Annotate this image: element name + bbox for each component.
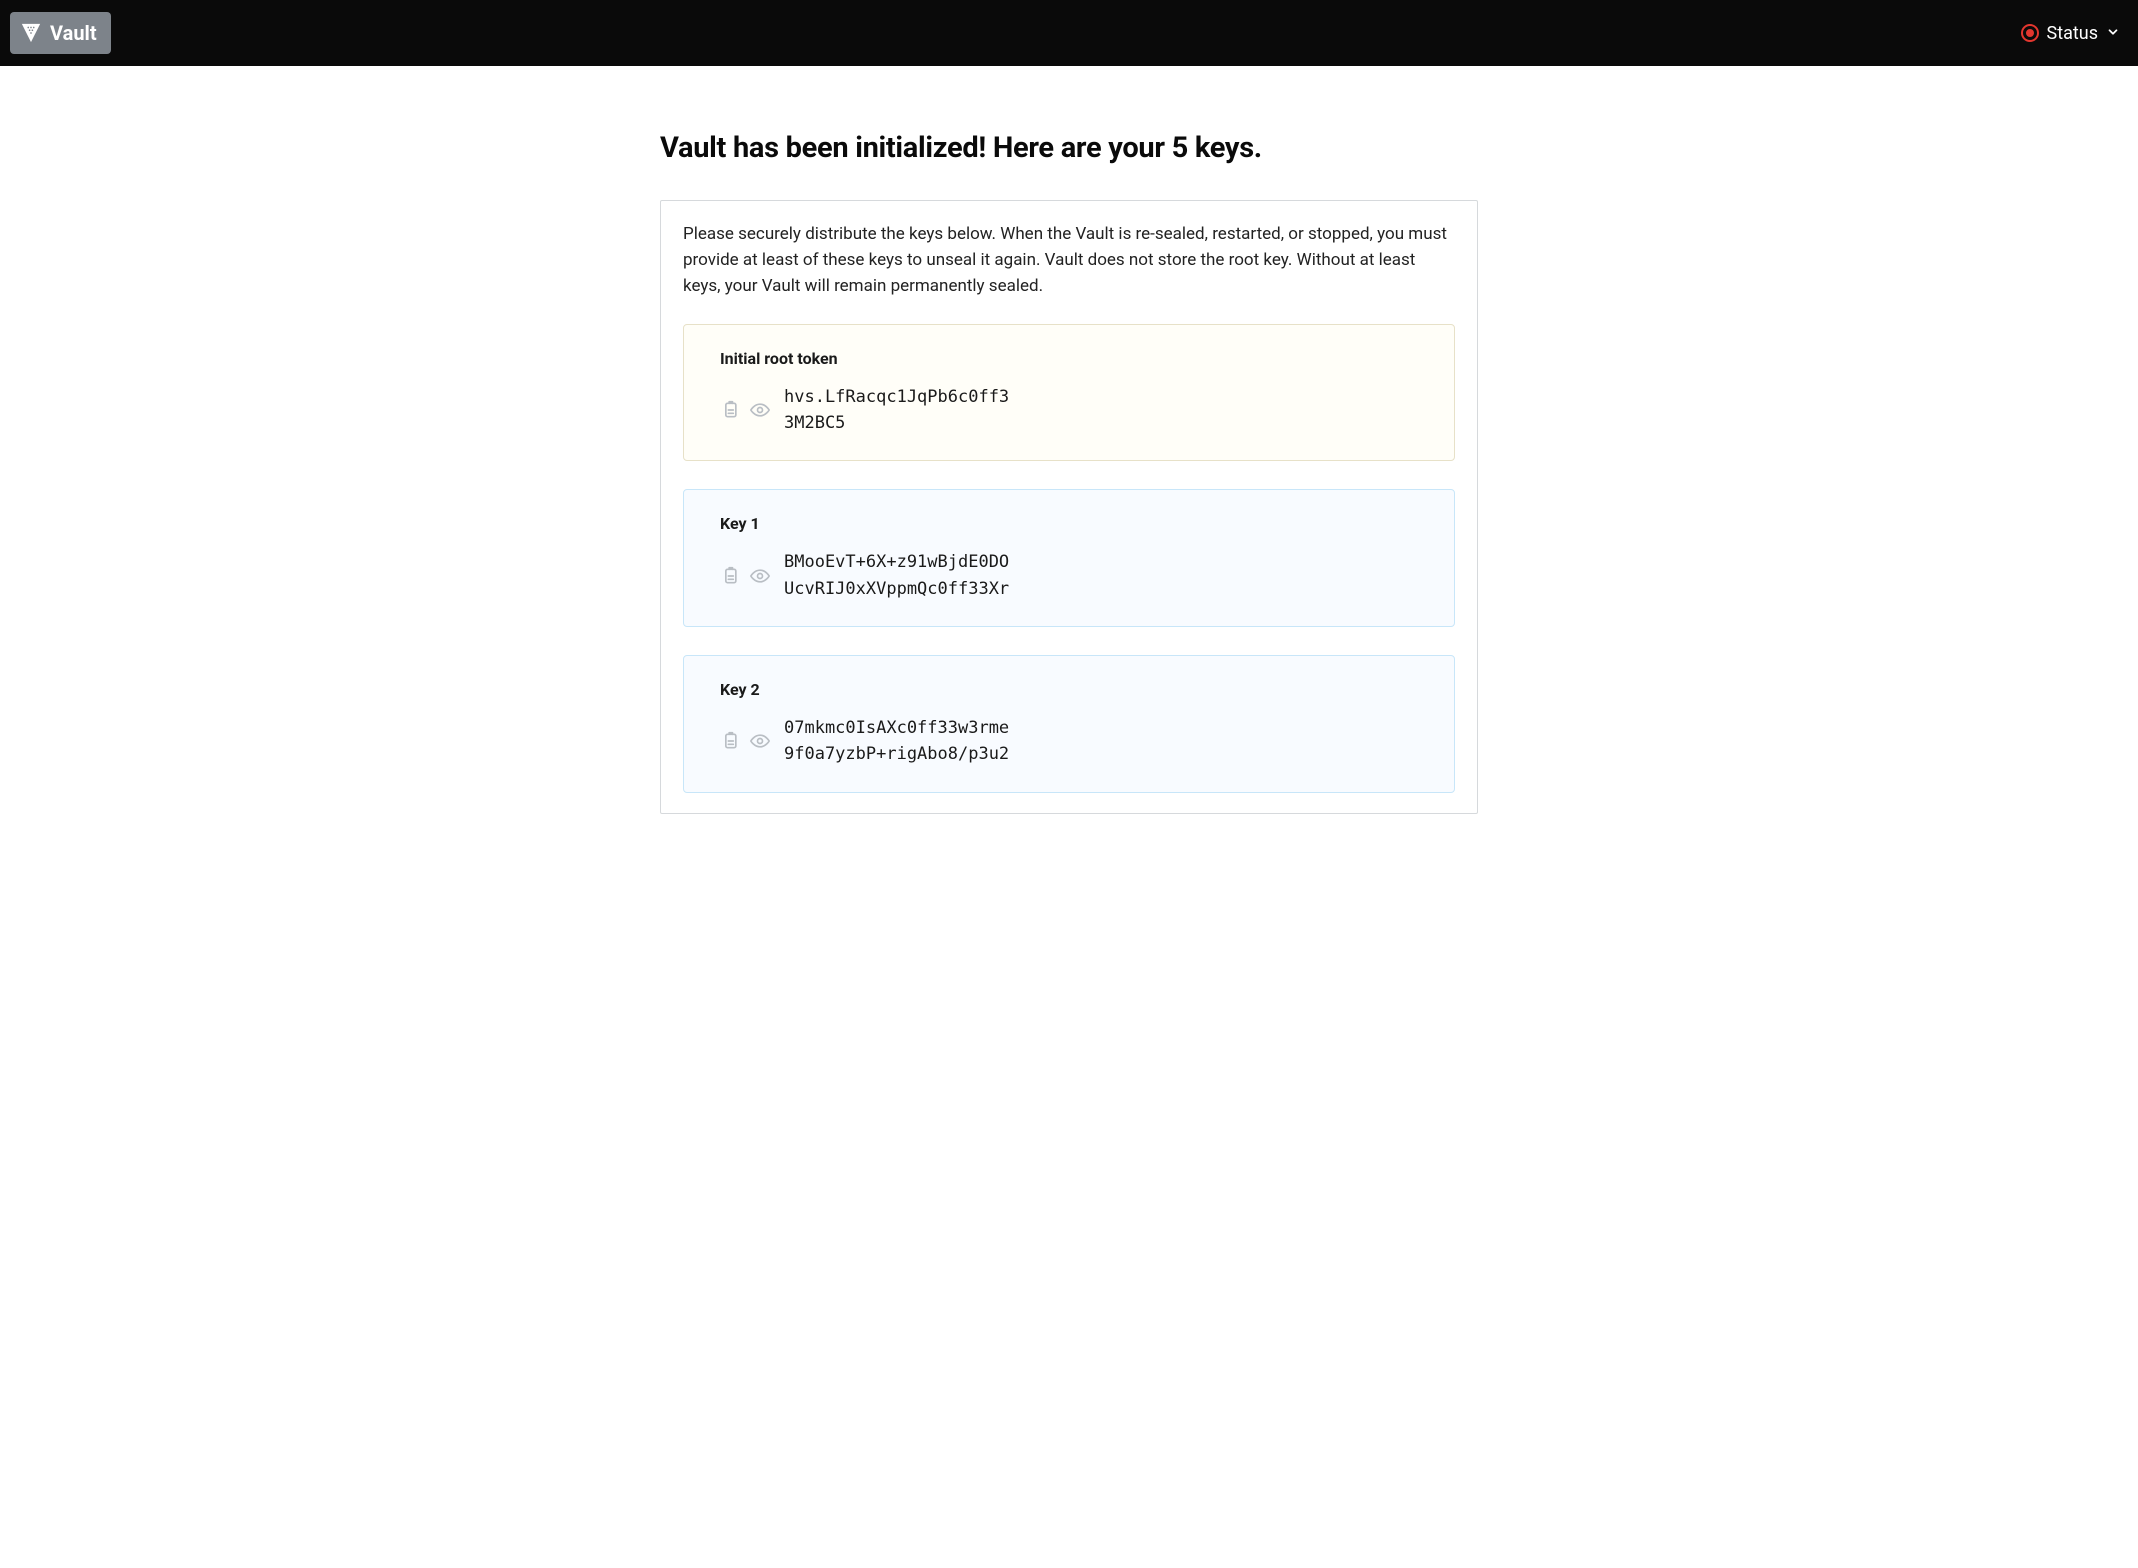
main-content: Vault has been initialized! Here are you… — [644, 66, 1494, 878]
key-value: BMooEvT+6X+z91wBjdE0DOUcvRIJ0xXVppmQc0ff… — [784, 549, 1014, 602]
instructions-text: Please securely distribute the keys belo… — [683, 221, 1455, 300]
root-token-label: Initial root token — [720, 349, 1418, 368]
key-row: 07mkmc0IsAXc0ff33w3rme9f0a7yzbP+rigAbo8/… — [720, 715, 1418, 768]
keys-panel: Please securely distribute the keys belo… — [660, 200, 1478, 814]
key-actions — [720, 731, 770, 751]
app-header: Vault Status — [0, 0, 2138, 66]
eye-icon[interactable] — [750, 566, 770, 586]
root-token-actions — [720, 400, 770, 420]
copy-icon[interactable] — [720, 731, 740, 751]
eye-icon[interactable] — [750, 731, 770, 751]
key-actions — [720, 566, 770, 586]
root-token-card: Initial root token — [683, 324, 1455, 462]
eye-icon[interactable] — [750, 400, 770, 420]
status-label: Status — [2047, 23, 2098, 44]
chevron-down-icon — [2106, 23, 2120, 44]
status-menu[interactable]: Status — [2021, 23, 2120, 44]
copy-icon[interactable] — [720, 400, 740, 420]
page-title: Vault has been initialized! Here are you… — [660, 130, 1478, 168]
key-label: Key 2 — [720, 680, 1418, 699]
key-label: Key 1 — [720, 514, 1418, 533]
root-token-row: hvs.LfRacqc1JqPb6c0ff33M2BC5 — [720, 384, 1418, 437]
key-card-1: Key 1 — [683, 489, 1455, 627]
key-card-2: Key 2 — [683, 655, 1455, 793]
app-name: Vault — [50, 21, 97, 45]
root-token-value: hvs.LfRacqc1JqPb6c0ff33M2BC5 — [784, 384, 1014, 437]
vault-logo-icon — [20, 22, 42, 44]
key-value: 07mkmc0IsAXc0ff33w3rme9f0a7yzbP+rigAbo8/… — [784, 715, 1014, 768]
copy-icon[interactable] — [720, 566, 740, 586]
status-indicator-icon — [2021, 24, 2039, 42]
vault-logo-badge[interactable]: Vault — [10, 12, 111, 54]
key-row: BMooEvT+6X+z91wBjdE0DOUcvRIJ0xXVppmQc0ff… — [720, 549, 1418, 602]
